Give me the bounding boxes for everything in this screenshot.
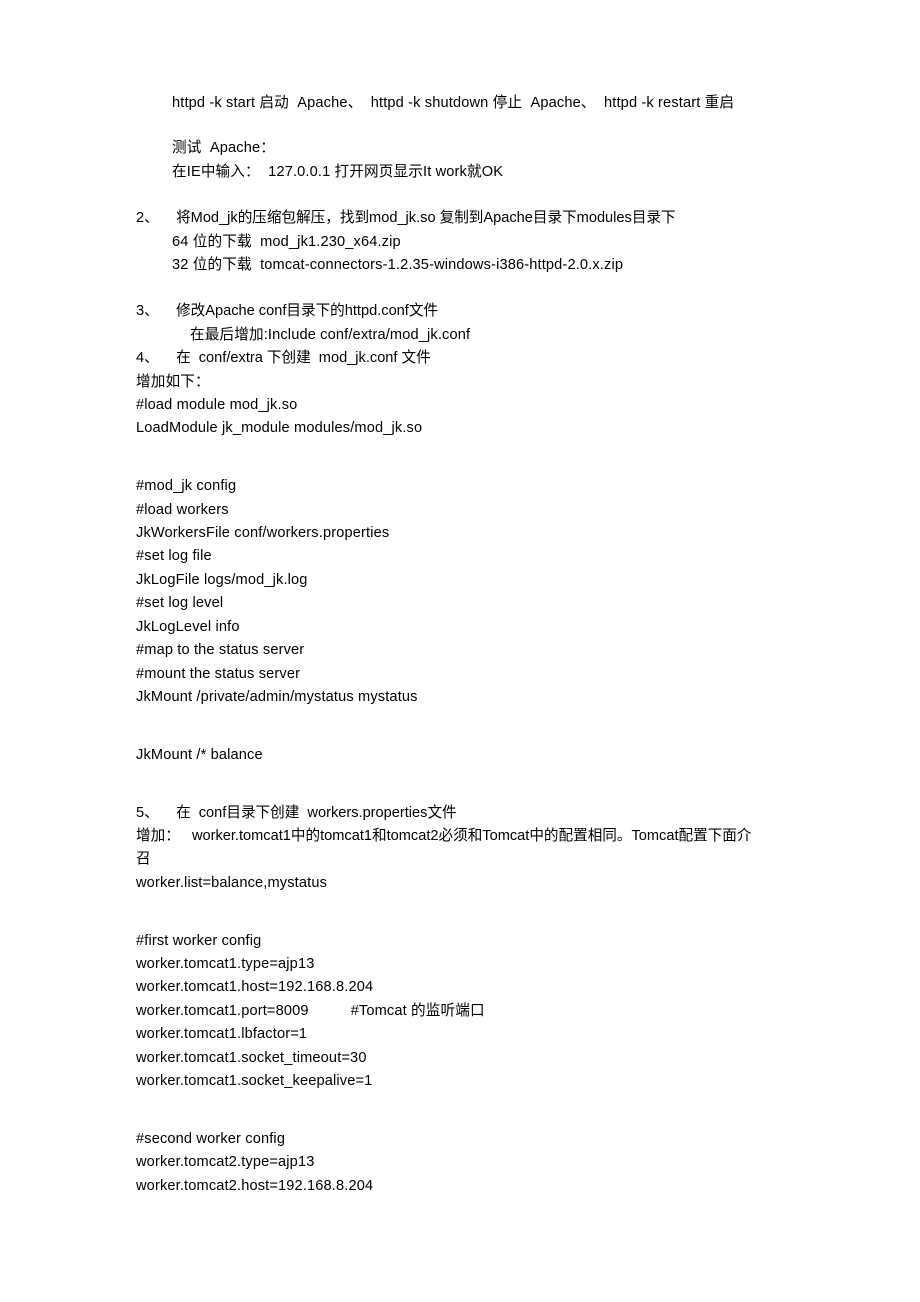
config-line: #set log file xyxy=(136,548,212,565)
config-line: JkMount /private/admin/mystatus mystatus xyxy=(136,688,418,705)
list-item: 5、 在 conf目录下创建 workers.properties文件 xyxy=(136,802,786,825)
config-line: worker.tomcat1.lbfactor=1 xyxy=(136,1026,308,1043)
list-item-title: 修改Apache conf目录下的httpd.conf文件 xyxy=(172,303,439,320)
list-item: 4、 在 conf/extra 下创建 mod_jk.conf 文件 xyxy=(136,347,786,370)
config-line: LoadModule jk_module modules/mod_jk.so xyxy=(136,420,423,437)
config-comment: #second worker config xyxy=(136,1130,286,1147)
config-line: JkWorkersFile conf/workers.properties xyxy=(136,525,390,542)
list-item-title: 将Mod_jk的压缩包解压，找到mod_jk.so 复制到Apache目录下mo… xyxy=(172,210,676,227)
test-apache-url-line: 在IE中输入： 127.0.0.1 打开网页显示It work就OK xyxy=(172,163,504,180)
config-line: worker.tomcat1.socket_keepalive=1 xyxy=(136,1072,373,1089)
config-line: worker.tomcat1.port=8009 #Tomcat 的监听端口 xyxy=(136,1002,485,1019)
worker-list-line: worker.list=balance,mystatus xyxy=(136,874,328,891)
list-item-marker: 3、 xyxy=(136,303,159,320)
config-line: #load module mod_jk.so xyxy=(136,397,298,414)
config-comment: #first worker config xyxy=(136,932,262,949)
list-item-marker: 2、 xyxy=(136,210,159,227)
list-item: 3、 修改Apache conf目录下的httpd.conf文件 xyxy=(136,300,786,323)
config-line: worker.tomcat1.socket_timeout=30 xyxy=(136,1049,367,1066)
list-item-subline: 64 位的下载 mod_jk1.230_x64.zip xyxy=(172,233,401,250)
config-line: #map to the status server xyxy=(136,642,305,659)
list-item-marker: 4、 xyxy=(136,350,159,367)
config-line: JkMount /* balance xyxy=(136,746,263,763)
add-as-follows-label: 增加如下： xyxy=(136,373,210,390)
list-item-marker: 5、 xyxy=(136,804,159,821)
config-line: JkLogLevel info xyxy=(136,618,240,635)
httpd-commands-line: httpd -k start 启动 Apache、 httpd -k shutd… xyxy=(172,95,735,111)
document-page: httpd -k start 启动 Apache、 httpd -k shutd… xyxy=(0,0,920,1302)
list-item-subline: 在最后增加:Include conf/extra/mod_jk.conf xyxy=(190,326,471,343)
item-5-note: 增加： worker.tomcat1中的tomcat1和tomcat2必须和To… xyxy=(136,827,752,868)
config-line: #load workers xyxy=(136,501,229,518)
list-item-subline: 32 位的下载 tomcat-connectors-1.2.35-windows… xyxy=(172,257,624,274)
config-line: worker.tomcat1.host=192.168.8.204 xyxy=(136,979,374,996)
config-line: #mount the status server xyxy=(136,665,301,682)
list-item: 2、 将Mod_jk的压缩包解压，找到mod_jk.so 复制到Apache目录… xyxy=(136,207,786,230)
config-line: worker.tomcat2.host=192.168.8.204 xyxy=(136,1177,374,1194)
list-item-title: 在 conf/extra 下创建 mod_jk.conf 文件 xyxy=(172,350,431,367)
list-item-title: 在 conf目录下创建 workers.properties文件 xyxy=(172,804,457,821)
document-text-body: httpd -k start 启动 Apache、 httpd -k shutd… xyxy=(136,92,786,1198)
config-line: #set log level xyxy=(136,595,224,612)
config-line: worker.tomcat1.type=ajp13 xyxy=(136,955,315,972)
test-apache-heading: 测试 Apache： xyxy=(172,140,275,157)
config-line: JkLogFile logs/mod_jk.log xyxy=(136,571,308,588)
config-line: #mod_jk config xyxy=(136,478,237,495)
config-line: worker.tomcat2.type=ajp13 xyxy=(136,1154,315,1171)
